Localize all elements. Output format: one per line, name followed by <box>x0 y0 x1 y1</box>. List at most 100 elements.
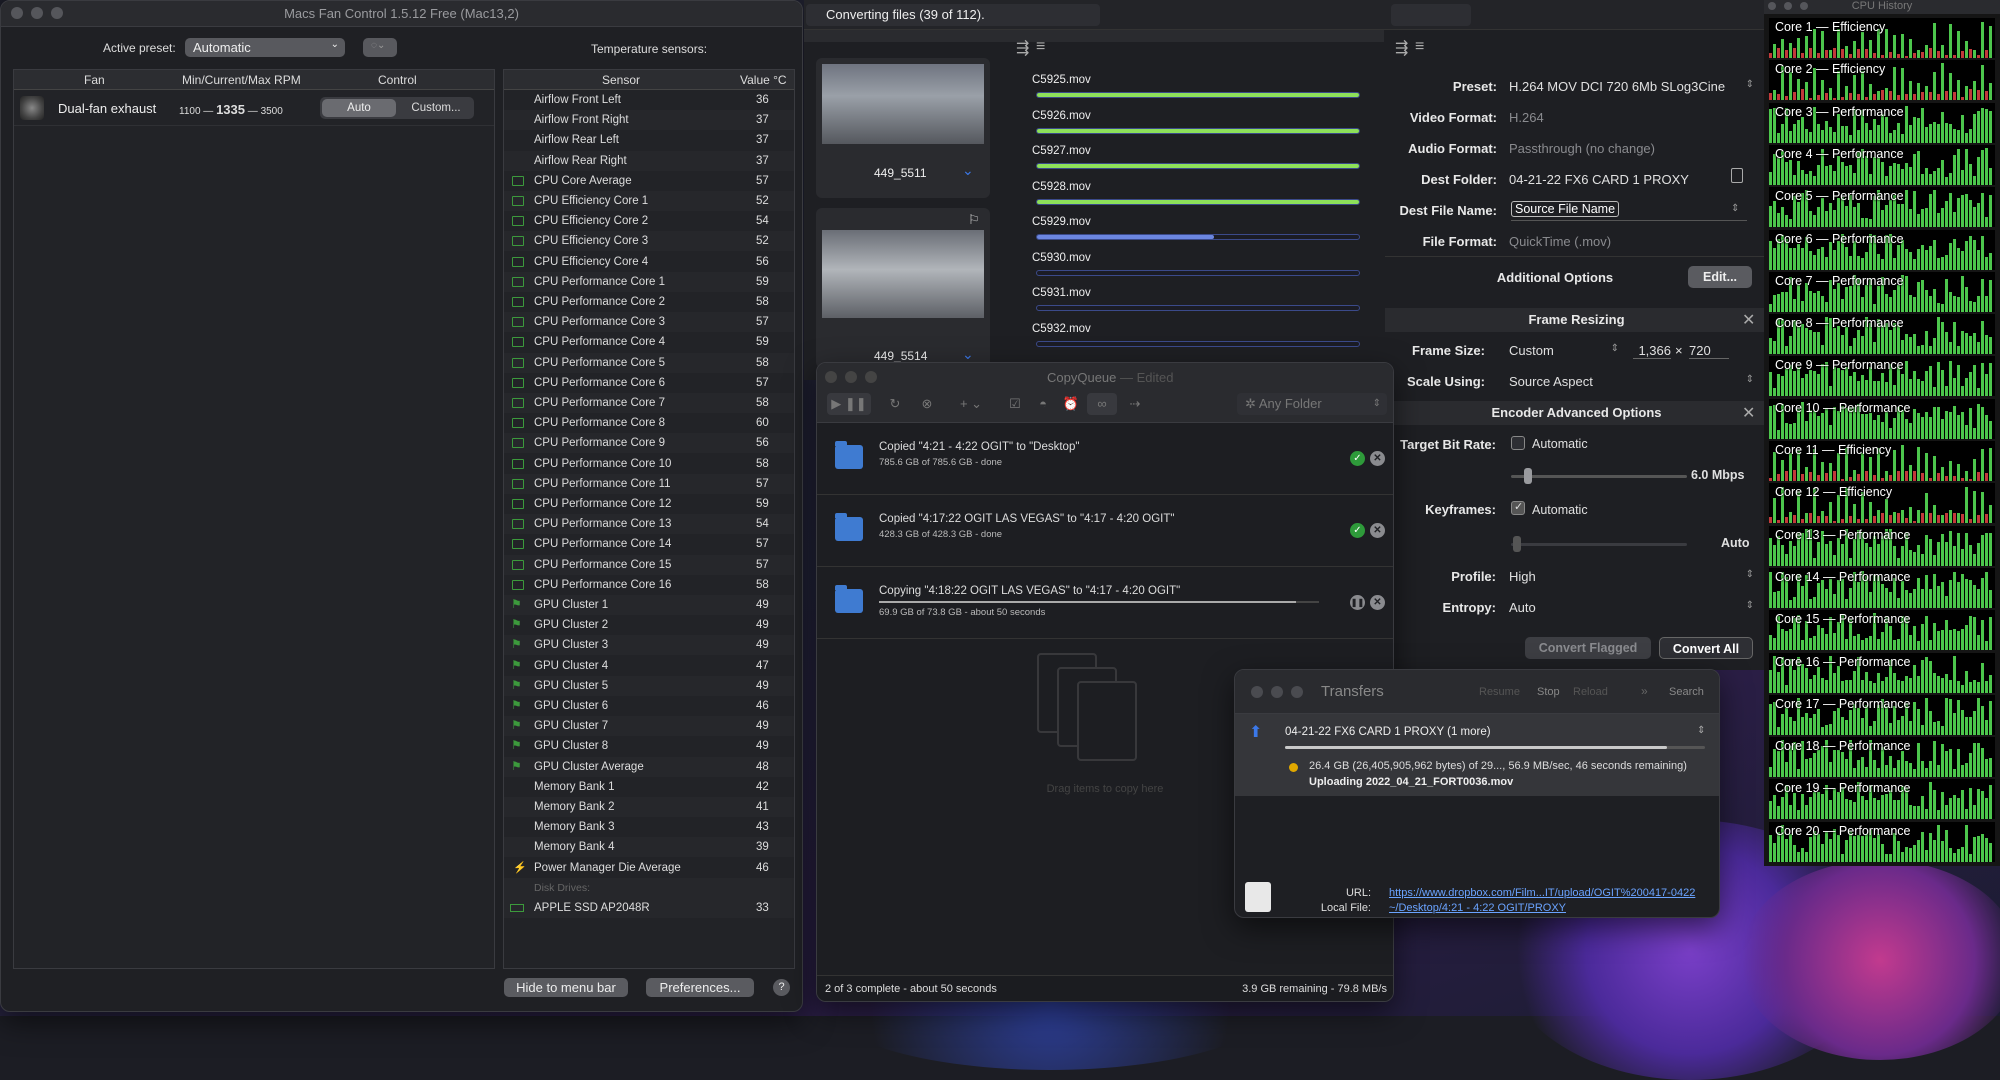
sensor-row[interactable]: CPU Performance Core 1 59 <box>504 271 794 292</box>
copy-job-row[interactable]: Copied "4:21 - 4:22 OGIT" to "Desktop" 78… <box>817 423 1393 495</box>
sensor-row[interactable]: Airflow Front Right 37 <box>504 110 794 131</box>
file-name[interactable]: C5927.mov <box>1032 145 1091 157</box>
auto-button[interactable]: Auto <box>322 99 396 117</box>
sensor-row[interactable]: Memory Bank 4 39 <box>504 837 794 858</box>
sensor-row[interactable]: ⚑ GPU Cluster 4 47 <box>504 656 794 676</box>
close-icon[interactable]: ✕ <box>1370 523 1385 538</box>
forward-icon[interactable]: ⇢ <box>1123 393 1147 415</box>
transfer-row[interactable]: ⬆ 04-21-22 FX6 CARD 1 PROXY (1 more) ⇕ 2… <box>1235 714 1719 796</box>
close-icon[interactable]: ✕ <box>1370 595 1385 610</box>
cancel-icon[interactable]: ⊗ <box>915 393 939 415</box>
help-button[interactable]: ? <box>773 979 790 996</box>
file-name[interactable]: C5926.mov <box>1032 110 1091 122</box>
sensor-row[interactable]: CPU Performance Core 10 58 <box>504 454 794 474</box>
pause-icon[interactable]: ❚❚ <box>1350 595 1365 610</box>
keyframes-slider[interactable] <box>1511 543 1687 546</box>
close-icon[interactable]: ✕ <box>1742 310 1755 330</box>
frame-size-select[interactable]: Custom ⇕ <box>1509 343 1619 358</box>
hide-to-menu-bar-button[interactable]: Hide to menu bar <box>504 978 628 997</box>
sensor-row[interactable]: Memory Bank 3 43 <box>504 817 794 837</box>
sensor-row[interactable]: ⚡ Power Manager Die Average 46 <box>504 858 794 878</box>
file-name[interactable]: C5931.mov <box>1032 287 1091 299</box>
sensor-row[interactable]: CPU Performance Core 13 54 <box>504 514 794 535</box>
profile-select[interactable]: High ⇕ <box>1509 569 1754 584</box>
preferences-button[interactable]: Preferences... <box>646 978 754 997</box>
sensor-row[interactable]: ⚑ GPU Cluster Average 48 <box>504 756 794 777</box>
copy-job-row[interactable]: Copying "4:18:22 OGIT LAS VEGAS" to "4:1… <box>817 567 1393 639</box>
traffic-lights[interactable] <box>1251 686 1303 698</box>
search-button[interactable]: Search <box>1669 686 1704 698</box>
preset-actions-icon[interactable]: ◌⌄ <box>363 38 397 57</box>
sensor-row[interactable]: CPU Performance Core 6 57 <box>504 373 794 393</box>
sensor-row[interactable]: CPU Performance Core 15 57 <box>504 554 794 575</box>
copy-job-row[interactable]: Copied "4:17:22 OGIT LAS VEGAS" to "4:17… <box>817 495 1393 567</box>
sensor-row[interactable]: CPU Efficiency Core 1 52 <box>504 191 794 211</box>
dest-file-name-token[interactable]: Source File Name <box>1511 201 1620 217</box>
sensor-row[interactable]: CPU Performance Core 8 60 <box>504 413 794 433</box>
sensor-row[interactable]: CPU Performance Core 11 57 <box>504 473 794 494</box>
sensor-row[interactable]: Airflow Rear Right 37 <box>504 150 794 171</box>
dest-folder-value[interactable]: 04-21-22 FX6 CARD 1 PROXY <box>1509 172 1689 187</box>
reload-button[interactable]: Reload <box>1573 686 1608 698</box>
play-pause-control[interactable]: ▶ ❚❚ <box>827 393 871 415</box>
convert-flagged-button[interactable]: Convert Flagged <box>1525 637 1651 659</box>
frame-height-input[interactable]: 720 <box>1689 343 1729 359</box>
updown-chevron-icon[interactable]: ⇕ <box>1697 725 1705 736</box>
pause-icon[interactable]: ❚❚ <box>845 396 867 411</box>
bitrate-automatic-checkbox[interactable] <box>1511 436 1525 450</box>
sensor-row[interactable]: CPU Performance Core 9 56 <box>504 433 794 454</box>
sensor-row[interactable]: Airflow Rear Left 37 <box>504 130 794 150</box>
file-name[interactable]: C5929.mov <box>1032 216 1091 228</box>
filter-icon[interactable]: ⇶ <box>1395 38 1408 58</box>
folder-filter-select[interactable]: ✲ Any Folder ⇕ <box>1237 393 1387 415</box>
sensor-row[interactable]: CPU Performance Core 2 58 <box>504 292 794 312</box>
sensor-row[interactable]: ⚑ GPU Cluster 8 49 <box>504 736 794 756</box>
sensor-row[interactable]: CPU Efficiency Core 3 52 <box>504 231 794 252</box>
dest-file-name-field[interactable] <box>1511 220 1747 221</box>
bitrate-slider-knob[interactable] <box>1524 468 1532 484</box>
keyframes-automatic-checkbox[interactable]: ✓ <box>1511 501 1525 515</box>
sensor-row[interactable]: ⚑ GPU Cluster 6 46 <box>504 696 794 716</box>
stop-button[interactable]: Stop <box>1537 686 1560 698</box>
sensor-row[interactable]: ⚑ GPU Cluster 7 49 <box>504 716 794 737</box>
sensor-row[interactable]: CPU Core Average 57 <box>504 171 794 191</box>
loop-icon[interactable]: ∞ <box>1087 393 1117 415</box>
sensor-row[interactable]: CPU Performance Core 5 58 <box>504 352 794 373</box>
sensor-row[interactable]: CPU Performance Core 3 57 <box>504 312 794 333</box>
file-name[interactable]: C5930.mov <box>1032 252 1091 264</box>
sensor-row[interactable]: ⚑ GPU Cluster 2 49 <box>504 615 794 635</box>
sensor-row[interactable]: CPU Performance Core 16 58 <box>504 575 794 595</box>
sensor-row[interactable]: ⚑ GPU Cluster 3 49 <box>504 635 794 656</box>
preset-select[interactable]: H.264 MOV DCI 720 6Mb SLog3Cine ⇕ <box>1509 79 1754 94</box>
active-preset-select[interactable]: Automatic ⌄ <box>185 38 345 57</box>
sort-icon[interactable]: ≡ <box>1415 38 1424 56</box>
close-icon[interactable]: ✕ <box>1370 451 1385 466</box>
close-icon[interactable]: ✕ <box>1742 403 1755 423</box>
scale-using-select[interactable]: Source Aspect ⇕ <box>1509 374 1754 389</box>
bitrate-slider[interactable] <box>1511 475 1687 478</box>
sensor-row[interactable]: CPU Performance Core 7 58 <box>504 393 794 413</box>
entropy-select[interactable]: Auto ⇕ <box>1509 600 1754 615</box>
alarm-icon[interactable]: ⏰ <box>1059 393 1083 415</box>
traffic-lights[interactable] <box>825 371 877 383</box>
keyframes-slider-knob[interactable] <box>1513 536 1521 552</box>
convert-all-button[interactable]: Convert All <box>1659 637 1753 659</box>
file-name[interactable]: C5928.mov <box>1032 181 1091 193</box>
edit-button[interactable]: Edit... <box>1688 266 1752 288</box>
sensor-row[interactable]: CPU Performance Core 12 59 <box>504 494 794 514</box>
sensor-row[interactable]: APPLE SSD AP2048R 33 <box>504 898 794 918</box>
frame-width-input[interactable]: 1,366 <box>1633 343 1671 359</box>
local-file-link[interactable]: ~/Desktop/4:21 - 4:22 OGIT/PROXY <box>1389 902 1566 914</box>
sensor-row[interactable]: CPU Performance Core 14 57 <box>504 534 794 554</box>
turtle-icon[interactable]: ◓ <box>1031 393 1055 415</box>
sensor-row[interactable]: ⚑ GPU Cluster 5 49 <box>504 675 794 696</box>
resume-button[interactable]: Resume <box>1479 686 1520 698</box>
sensor-row[interactable]: Memory Bank 2 41 <box>504 797 794 817</box>
sensor-row[interactable]: CPU Performance Core 4 59 <box>504 332 794 352</box>
updown-chevron-icon[interactable]: ⇕ <box>1731 203 1739 214</box>
file-name[interactable]: C5925.mov <box>1032 74 1091 86</box>
document-icon[interactable] <box>1731 168 1743 183</box>
sensor-row[interactable]: Airflow Front Left 36 <box>504 90 794 110</box>
custom-button[interactable]: Custom... <box>400 99 472 117</box>
url-link[interactable]: https://www.dropbox.com/Film...IT/upload… <box>1389 887 1695 899</box>
